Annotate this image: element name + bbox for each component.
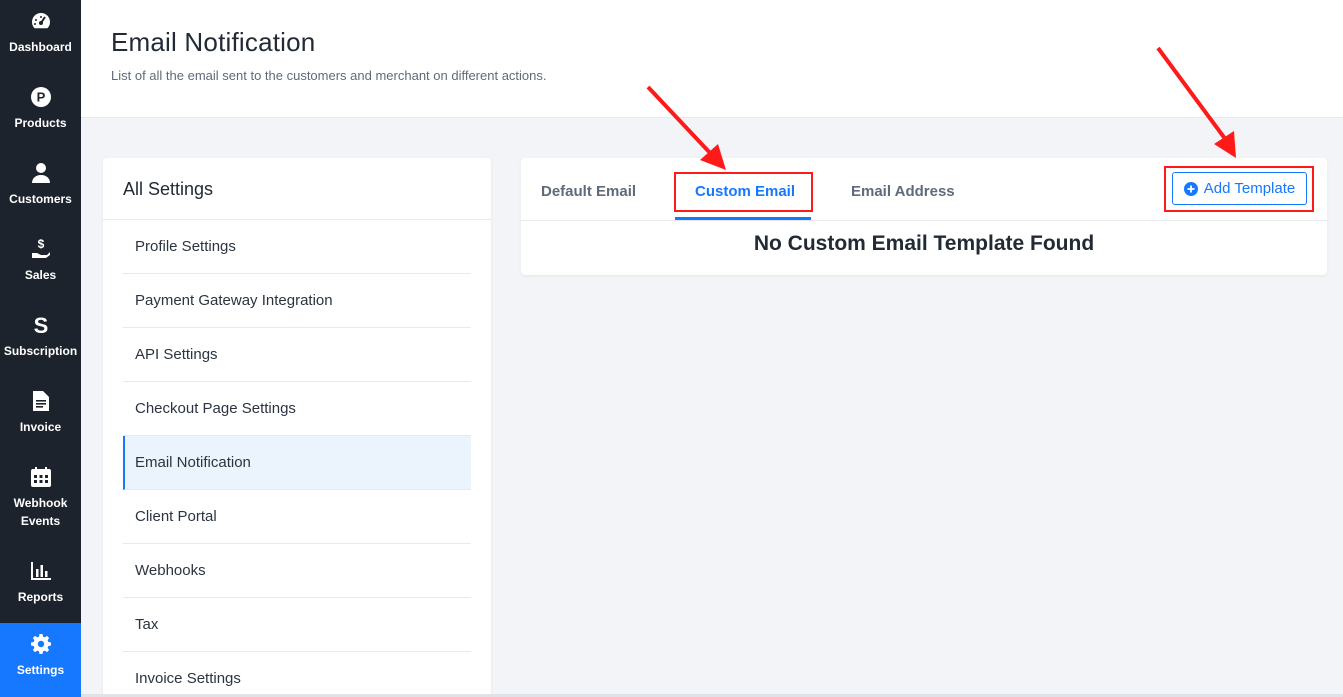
settings-item-label: Client Portal — [135, 508, 217, 525]
settings-item-payment-gateway[interactable]: Payment Gateway Integration — [123, 274, 471, 328]
settings-item-checkout-page[interactable]: Checkout Page Settings — [123, 382, 471, 436]
nav-reports[interactable]: Reports — [0, 550, 81, 626]
nav-invoice[interactable]: Invoice — [0, 380, 81, 456]
settings-title: All Settings — [123, 179, 214, 199]
calendar-icon — [30, 466, 52, 488]
nav-dashboard[interactable]: Dashboard — [0, 0, 81, 76]
settings-item-label: Payment Gateway Integration — [135, 292, 333, 309]
settings-item-email-notification[interactable]: Email Notification — [123, 436, 471, 490]
nav-customers[interactable]: Customers — [0, 152, 81, 228]
page-title: Email Notification — [111, 27, 316, 57]
settings-item-client-portal[interactable]: Client Portal — [123, 490, 471, 544]
nav-label: Reports — [17, 590, 64, 604]
divider — [521, 220, 1327, 221]
settings-item-label: Checkout Page Settings — [135, 400, 296, 417]
gear-icon — [30, 633, 52, 655]
settings-item-api[interactable]: API Settings — [123, 328, 471, 382]
settings-item-label: Invoice Settings — [135, 670, 241, 687]
settings-item-invoice-settings[interactable]: Invoice Settings — [123, 652, 471, 697]
svg-text:$: $ — [37, 238, 44, 251]
settings-item-label: Profile Settings — [135, 238, 236, 255]
nav-label: Dashboard — [9, 40, 72, 54]
nav-subscription[interactable]: S Subscription — [0, 304, 81, 380]
settings-item-webhooks[interactable]: Webhooks — [123, 544, 471, 598]
nav-label: Subscription — [3, 344, 78, 358]
nav-label: Products — [14, 116, 67, 130]
page-subtitle: List of all the email sent to the custom… — [111, 68, 547, 83]
nav-settings[interactable]: Settings — [0, 623, 81, 697]
nav-webhook-events[interactable]: Webhook Events — [0, 456, 81, 544]
annotation-box-custom-email — [674, 172, 813, 212]
nav-sales[interactable]: $ Sales — [0, 228, 81, 304]
settings-item-label: Tax — [135, 616, 159, 633]
tab-default-email[interactable]: Default Email — [541, 183, 636, 200]
nav-label: Webhook Events — [13, 496, 68, 528]
nav-label: Settings — [16, 663, 65, 677]
nav-label: Sales — [24, 268, 57, 282]
document-icon — [30, 390, 52, 412]
nav-products[interactable]: P Products — [0, 76, 81, 152]
bar-chart-icon — [30, 560, 52, 582]
speedometer-icon — [30, 10, 52, 32]
page-header: Email Notification List of all the email… — [81, 0, 1343, 118]
annotation-box-add-template — [1164, 166, 1314, 212]
dollar-hand-icon: $ — [30, 238, 52, 260]
p-circle-icon: P — [30, 86, 52, 108]
nav-label: Invoice — [19, 420, 62, 434]
settings-item-label: Email Notification — [135, 454, 251, 471]
settings-item-profile[interactable]: Profile Settings — [123, 220, 471, 274]
svg-text:P: P — [36, 90, 45, 105]
nav-label: Customers — [9, 192, 72, 206]
s-icon: S — [30, 314, 52, 336]
settings-panel: All Settings Profile Settings Payment Ga… — [103, 158, 491, 697]
empty-state-message: No Custom Email Template Found — [753, 232, 1095, 255]
svg-text:S: S — [33, 314, 48, 336]
sidebar: Dashboard P Products Customers $ Sales S… — [0, 0, 81, 697]
settings-item-label: Webhooks — [135, 562, 206, 579]
settings-item-label: API Settings — [135, 346, 218, 363]
tab-email-address[interactable]: Email Address — [851, 183, 955, 200]
user-icon — [30, 162, 52, 184]
settings-item-tax[interactable]: Tax — [123, 598, 471, 652]
